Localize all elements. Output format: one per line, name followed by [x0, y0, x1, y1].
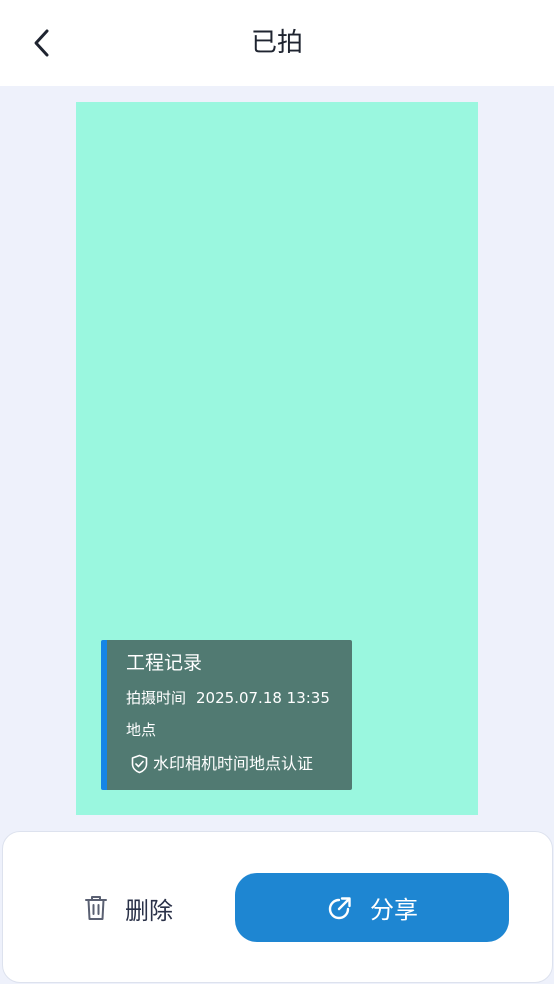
shield-check-icon	[131, 754, 148, 774]
delete-button[interactable]: 删除	[83, 890, 173, 926]
header-bar: 已拍	[0, 0, 554, 86]
bottom-action-bar: 删除 分享	[2, 831, 553, 983]
watermark-certification: 水印相机时间地点认证	[130, 753, 313, 775]
page-title: 已拍	[250, 28, 303, 58]
photo-image[interactable]: 工程记录 拍摄时间 2025.07.18 13:35 地点 水印相机时间地点认证	[76, 102, 478, 815]
watermark-time-value: 2025.07.18 13:35	[196, 689, 330, 707]
watermark-location-label: 地点	[126, 721, 157, 739]
share-button[interactable]: 分享	[235, 873, 509, 942]
share-icon	[328, 896, 351, 919]
delete-label: 删除	[125, 896, 173, 925]
photo-preview-area: 工程记录 拍摄时间 2025.07.18 13:35 地点 水印相机时间地点认证	[0, 86, 554, 830]
share-label: 分享	[370, 896, 418, 924]
watermark-title: 工程记录	[126, 652, 203, 674]
watermark-time-row: 拍摄时间 2025.07.18 13:35	[126, 688, 330, 708]
watermark-card: 工程记录 拍摄时间 2025.07.18 13:35 地点 水印相机时间地点认证	[101, 640, 352, 790]
watermark-certification-text: 水印相机时间地点认证	[153, 754, 314, 773]
trash-icon	[85, 896, 107, 920]
watermark-time-label: 拍摄时间	[126, 689, 187, 707]
